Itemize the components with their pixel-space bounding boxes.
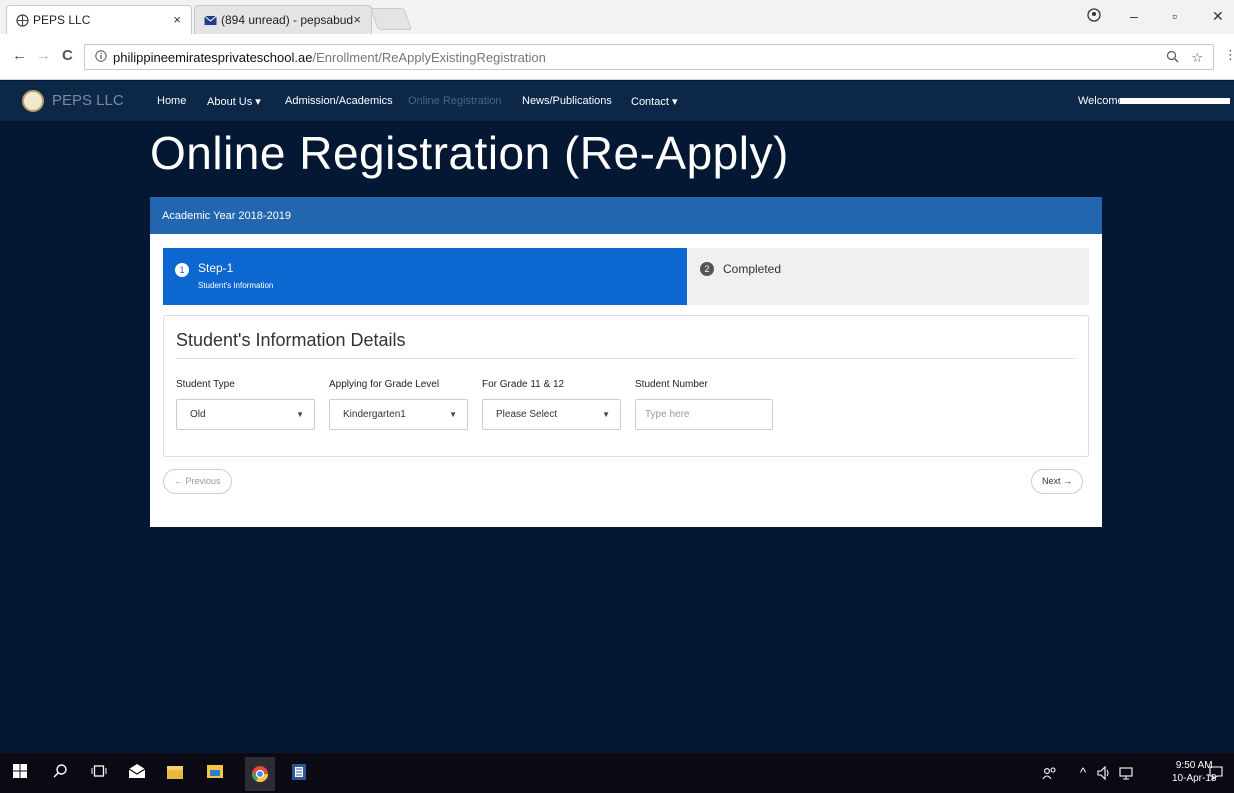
browser-tab-strip: PEPS LLC × (894 unread) - pepsabud × – ▫… — [0, 0, 1234, 34]
url-path: /Enrollment/ReApplyExistingRegistration — [312, 49, 546, 65]
profile-icon[interactable] — [1087, 8, 1101, 25]
next-button[interactable]: Next → — [1031, 469, 1084, 494]
file-explorer-icon[interactable] — [205, 763, 225, 783]
section-title: Student's Information Details — [176, 330, 406, 350]
globe-icon — [16, 14, 29, 27]
step-title: Completed — [723, 262, 782, 276]
nav-home[interactable]: Home — [157, 95, 186, 107]
site-navbar: PEPS LLC Home About Us ▾ Admission/Acade… — [0, 81, 1234, 121]
browser-toolbar: ← → C philippineemiratesprivateschool.ae… — [0, 34, 1234, 80]
mail-icon — [204, 14, 217, 27]
star-icon[interactable]: ☆ — [1191, 50, 1203, 66]
nav-news[interactable]: News/Publications — [522, 95, 612, 107]
step-subtitle: Student's Information — [198, 281, 274, 290]
new-tab-button[interactable] — [369, 8, 413, 30]
select-value: Kindergarten1 — [343, 409, 406, 420]
maximize-icon[interactable]: ▫ — [1172, 8, 1177, 24]
people-icon[interactable] — [1042, 765, 1058, 784]
address-bar[interactable]: philippineemiratesprivateschool.ae/Enrol… — [84, 44, 1214, 70]
grade-11-12-select[interactable]: Please Select ▼ — [482, 399, 621, 430]
step-title: Step-1 — [198, 261, 234, 275]
forward-icon[interactable]: → — [36, 47, 51, 64]
chevron-up-icon[interactable]: ^ — [1080, 765, 1086, 780]
nav-about-us[interactable]: About Us ▾ — [207, 95, 261, 108]
menu-icon[interactable]: ⋮ — [1224, 47, 1234, 63]
divider — [176, 358, 1076, 359]
back-icon[interactable]: ← — [12, 47, 27, 64]
welcome-text: Welcome — [1078, 95, 1124, 107]
stepper: 1 Step-1 Student's Information 2 Complet… — [163, 248, 1089, 305]
windows-taskbar: ^ 9:50 AM 10-Apr-18 — [0, 753, 1234, 793]
student-type-select[interactable]: Old ▼ — [176, 399, 315, 430]
select-value: Please Select — [496, 409, 558, 420]
windows-start-icon[interactable] — [10, 763, 30, 783]
word-icon[interactable] — [289, 763, 309, 783]
registration-card: Academic Year 2018-2019 1 Step-1 Student… — [150, 197, 1102, 527]
caret-down-icon: ▼ — [296, 410, 304, 419]
school-logo[interactable] — [22, 90, 44, 112]
student-info-panel: Student's Information Details Student Ty… — [163, 315, 1089, 457]
volume-icon[interactable] — [1096, 765, 1112, 784]
step-number: 1 — [175, 263, 189, 277]
grade-11-12-label: For Grade 11 & 12 — [482, 379, 565, 390]
browser-tab-mail[interactable]: (894 unread) - pepsabud × — [194, 5, 372, 34]
student-number-label: Student Number — [635, 379, 708, 390]
previous-button[interactable]: ← Previous — [163, 469, 232, 494]
select-value: Old — [190, 409, 206, 420]
tab-close-icon[interactable]: × — [353, 12, 361, 27]
contacts-app-icon[interactable] — [165, 763, 185, 783]
nav-online-registration[interactable]: Online Registration — [408, 95, 502, 107]
tab-close-icon[interactable]: × — [173, 12, 181, 27]
site-brand[interactable]: PEPS LLC — [52, 92, 124, 109]
chrome-taskbar-icon[interactable] — [245, 757, 275, 791]
mail-app-icon[interactable] — [127, 763, 147, 783]
student-number-input[interactable] — [635, 399, 773, 430]
step-1[interactable]: 1 Step-1 Student's Information — [163, 248, 687, 305]
minimize-icon[interactable]: – — [1130, 8, 1138, 24]
student-type-label: Student Type — [176, 379, 235, 390]
nav-admission[interactable]: Admission/Academics — [285, 95, 393, 107]
tab-title: (894 unread) - pepsabud — [221, 13, 354, 27]
network-icon[interactable] — [1118, 765, 1134, 784]
reload-icon[interactable]: C — [62, 47, 73, 64]
step-number: 2 — [700, 262, 714, 276]
url-host: philippineemiratesprivateschool.ae — [113, 49, 313, 65]
nav-contact[interactable]: Contact ▾ — [631, 95, 678, 108]
notification-icon[interactable] — [1208, 765, 1224, 784]
redacted-username — [1120, 98, 1230, 104]
info-icon[interactable] — [95, 49, 107, 65]
grade-level-label: Applying for Grade Level — [329, 379, 440, 390]
page-title: Online Registration (Re-Apply) — [150, 127, 789, 179]
caret-down-icon: ▼ — [449, 410, 457, 419]
caret-down-icon: ▼ — [602, 410, 610, 419]
tab-title: PEPS LLC — [33, 13, 91, 27]
zoom-icon[interactable] — [1166, 50, 1179, 66]
search-icon[interactable] — [50, 763, 70, 783]
browser-tab-peps[interactable]: PEPS LLC × — [6, 5, 192, 34]
grade-level-select[interactable]: Kindergarten1 ▼ — [329, 399, 468, 430]
close-window-icon[interactable]: ✕ — [1212, 8, 1224, 25]
task-view-icon[interactable] — [89, 763, 109, 783]
academic-year-header: Academic Year 2018-2019 — [150, 197, 1102, 234]
